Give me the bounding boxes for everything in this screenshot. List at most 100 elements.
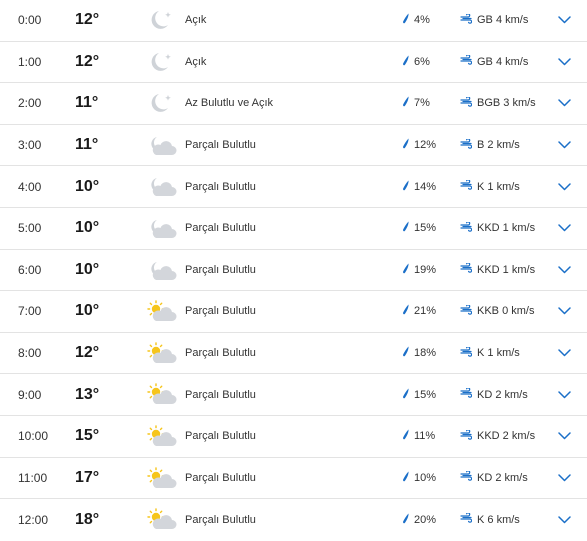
precipitation-value: 10% (414, 471, 437, 484)
forecast-row[interactable]: 9:00 13° Parçalı Bulutlu 15% KD 2 km/s (0, 374, 587, 416)
precipitation: 21% (402, 291, 436, 332)
forecast-row[interactable]: 12:00 18° Parçalı Bulutlu 20% K 6 km/s (0, 499, 587, 541)
expand-chevron-down-icon[interactable] (555, 42, 573, 83)
condition-text: Açık (185, 55, 207, 68)
precipitation-value: 20% (414, 513, 437, 526)
precipitation: 4% (402, 0, 430, 41)
moon-cloud-icon (146, 174, 178, 200)
expand-chevron-down-icon[interactable] (555, 83, 573, 124)
wind-icon (460, 54, 473, 68)
moon-icon (146, 91, 178, 117)
expand-chevron-down-icon[interactable] (555, 333, 573, 374)
expand-chevron-down-icon[interactable] (555, 208, 573, 249)
wind-icon (460, 96, 473, 110)
wind-value: K 1 km/s (477, 180, 520, 193)
sun-cloud-icon (146, 299, 178, 325)
hour-label: 7:00 (18, 304, 42, 319)
precipitation-value: 14% (414, 180, 437, 193)
wind-icon (460, 13, 473, 27)
expand-chevron-down-icon[interactable] (555, 0, 573, 41)
wind-value: BGB 3 km/s (477, 97, 536, 110)
precipitation-value: 6% (414, 55, 430, 68)
forecast-row[interactable]: 11:00 17° Parçalı Bulutlu 10% KD 2 km/s (0, 458, 587, 500)
wind-value: GB 4 km/s (477, 55, 529, 68)
moon-cloud-icon (146, 216, 178, 242)
expand-chevron-down-icon[interactable] (555, 458, 573, 499)
temperature: 11° (75, 136, 99, 154)
condition-text: Parçalı Bulutlu (185, 513, 256, 526)
expand-chevron-down-icon[interactable] (555, 499, 573, 541)
forecast-row[interactable]: 3:00 11° Parçalı Bulutlu 12% B 2 km/s (0, 125, 587, 167)
forecast-row[interactable]: 7:00 10° Parçalı Bulutlu 21% KKB 0 km/s (0, 291, 587, 333)
hour-label: 12:00 (18, 512, 49, 527)
precipitation-value: 12% (414, 139, 437, 152)
precipitation: 15% (402, 374, 436, 415)
condition-text: Parçalı Bulutlu (185, 139, 256, 152)
wind: KD 2 km/s (460, 458, 528, 499)
forecast-row[interactable]: 2:00 11° Az Bulutlu ve Açık 7% BGB 3 km/… (0, 83, 587, 125)
hour-label: 0:00 (18, 13, 42, 28)
wind-icon (460, 262, 473, 276)
forecast-row[interactable]: 4:00 10° Parçalı Bulutlu 14% K 1 km/s (0, 166, 587, 208)
sun-cloud-icon (146, 424, 178, 450)
precipitation: 11% (402, 416, 435, 457)
raindrop-icon (402, 346, 410, 360)
raindrop-icon (402, 138, 410, 152)
condition-text: Parçalı Bulutlu (185, 471, 256, 484)
raindrop-icon (402, 513, 410, 527)
forecast-row[interactable]: 0:00 12° Açık 4% GB 4 km/s (0, 0, 587, 42)
precipitation: 14% (402, 166, 436, 207)
wind: KKD 2 km/s (460, 416, 535, 457)
hour-label: 1:00 (18, 54, 42, 69)
moon-icon (146, 8, 178, 34)
wind: BGB 3 km/s (460, 83, 536, 124)
temperature: 12° (75, 11, 100, 29)
forecast-row[interactable]: 5:00 10° Parçalı Bulutlu 15% KKD 1 km/s (0, 208, 587, 250)
hourly-forecast-list: 0:00 12° Açık 4% GB 4 km/s 1:00 12° Açık… (0, 0, 587, 541)
raindrop-icon (402, 263, 410, 277)
temperature: 13° (75, 385, 100, 403)
hour-label: 11:00 (18, 470, 48, 485)
expand-chevron-down-icon[interactable] (555, 250, 573, 291)
wind-value: K 6 km/s (477, 513, 520, 526)
raindrop-icon (402, 55, 410, 69)
precipitation-value: 15% (414, 222, 437, 235)
forecast-row[interactable]: 8:00 12° Parçalı Bulutlu 18% K 1 km/s (0, 333, 587, 375)
expand-chevron-down-icon[interactable] (555, 166, 573, 207)
expand-chevron-down-icon[interactable] (555, 416, 573, 457)
condition-text: Parçalı Bulutlu (185, 180, 256, 193)
hour-label: 6:00 (18, 262, 42, 277)
moon-icon (146, 50, 178, 76)
hour-label: 9:00 (18, 387, 42, 402)
condition-text: Parçalı Bulutlu (185, 388, 256, 401)
precipitation-value: 7% (414, 97, 430, 110)
raindrop-icon (402, 96, 410, 110)
expand-chevron-down-icon[interactable] (555, 374, 573, 415)
precipitation-value: 11% (414, 430, 436, 443)
raindrop-icon (402, 304, 410, 318)
wind-icon (460, 345, 473, 360)
temperature: 10° (75, 219, 100, 237)
condition-text: Parçalı Bulutlu (185, 222, 256, 235)
expand-chevron-down-icon[interactable] (555, 125, 573, 166)
condition-text: Parçalı Bulutlu (185, 305, 256, 318)
wind-value: KKB 0 km/s (477, 305, 535, 318)
hour-label: 4:00 (18, 179, 42, 194)
forecast-row[interactable]: 1:00 12° Açık 6% GB 4 km/s (0, 42, 587, 84)
expand-chevron-down-icon[interactable] (555, 291, 573, 332)
raindrop-icon (402, 13, 410, 27)
hour-label: 10:00 (18, 429, 49, 444)
wind-icon (460, 304, 473, 318)
wind-value: KKD 1 km/s (477, 222, 536, 235)
condition-text: Parçalı Bulutlu (185, 430, 256, 443)
wind-value: B 2 km/s (477, 139, 520, 152)
forecast-row[interactable]: 10:00 15° Parçalı Bulutlu 11% KKD 2 km/s (0, 416, 587, 458)
hour-label: 8:00 (18, 346, 42, 361)
forecast-row[interactable]: 6:00 10° Parçalı Bulutlu 19% KKD 1 km/s (0, 250, 587, 292)
sun-cloud-icon (146, 341, 178, 367)
precipitation: 19% (402, 250, 436, 291)
temperature: 18° (75, 510, 100, 528)
temperature: 17° (75, 468, 100, 486)
wind: K 1 km/s (460, 166, 520, 207)
condition-text: Parçalı Bulutlu (185, 347, 256, 360)
